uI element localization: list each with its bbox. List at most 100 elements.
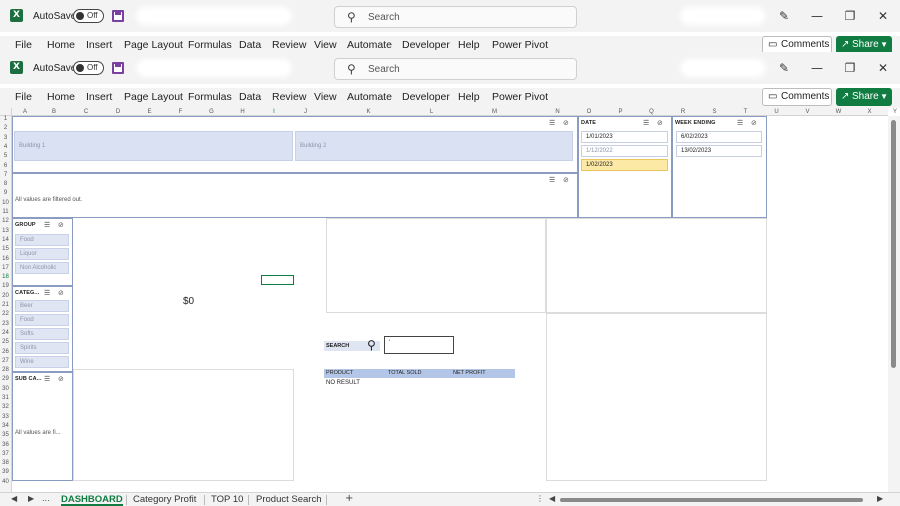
column-header-h[interactable]: H — [227, 108, 258, 116]
minimize-icon[interactable]: — — [810, 61, 824, 75]
slicer-item-week[interactable]: 13/02/2023 — [676, 145, 762, 157]
row-header-11[interactable]: 11 — [0, 209, 11, 215]
menu-review[interactable]: Review — [272, 39, 306, 51]
row-header-6[interactable]: 6 — [0, 163, 11, 169]
menu-power-pivot[interactable]: Power Pivot — [492, 39, 548, 51]
row-header-15[interactable]: 15 — [0, 246, 11, 252]
multi-select-icon[interactable]: ☰ — [643, 119, 649, 127]
scroll-right-icon[interactable]: ▶ — [877, 494, 883, 503]
multi-select-icon[interactable]: ☰ — [737, 119, 743, 127]
select-all-corner[interactable] — [0, 108, 12, 116]
row-header-22[interactable]: 22 — [0, 311, 11, 317]
slicer-item-category[interactable]: Food — [15, 314, 69, 326]
row-header-26[interactable]: 26 — [0, 349, 11, 355]
row-header-2[interactable]: 2 — [0, 125, 11, 131]
menu-home[interactable]: Home — [47, 39, 75, 51]
column-header-o[interactable]: O — [573, 108, 605, 116]
row-header-17[interactable]: 17 — [0, 265, 11, 271]
column-header-m[interactable]: M — [447, 108, 542, 116]
autosave-toggle[interactable]: Off — [73, 61, 104, 75]
row-header-1[interactable]: 1 — [0, 116, 11, 122]
close-icon[interactable]: ✕ — [876, 9, 890, 23]
row-header-25[interactable]: 25 — [0, 339, 11, 345]
chart-area-bottom-left[interactable] — [73, 369, 294, 481]
slicer-item-category[interactable]: Wine — [15, 356, 69, 368]
column-header-e[interactable]: E — [134, 108, 165, 116]
tab-dashboard[interactable]: DASHBOARD — [61, 493, 123, 506]
slicer-item-category[interactable]: Spirits — [15, 342, 69, 354]
save-icon[interactable] — [112, 10, 124, 22]
row-header-29[interactable]: 29 — [0, 376, 11, 382]
clear-filter-icon[interactable]: ⊘ — [751, 119, 757, 127]
search-box[interactable]: ⚲ Search — [334, 58, 577, 80]
product-search-input[interactable]: ' — [384, 336, 454, 354]
slicer-item-week[interactable]: 6/02/2023 — [676, 131, 762, 143]
multi-select-icon[interactable]: ☰ — [44, 375, 50, 383]
menu-home[interactable]: Home — [47, 91, 75, 103]
column-header-j[interactable]: J — [290, 108, 321, 116]
row-header-10[interactable]: 10 — [0, 200, 11, 206]
tab-product-search[interactable]: Product Search — [256, 493, 321, 506]
horizontal-scrollbar[interactable] — [560, 498, 863, 502]
row-header-19[interactable]: 19 — [0, 283, 11, 289]
row-header-38[interactable]: 38 — [0, 460, 11, 466]
menu-view[interactable]: View — [314, 39, 337, 51]
prev-sheet-icon[interactable]: ◀ — [11, 494, 17, 503]
menu-insert[interactable]: Insert — [86, 91, 112, 103]
restore-icon[interactable]: ❐ — [843, 9, 857, 23]
column-header-p[interactable]: P — [605, 108, 636, 116]
slicer-item-group[interactable]: Liquor — [15, 248, 69, 260]
menu-help[interactable]: Help — [458, 39, 480, 51]
column-header-v[interactable]: V — [792, 108, 823, 116]
column-header-d[interactable]: D — [102, 108, 134, 116]
row-header-35[interactable]: 35 — [0, 432, 11, 438]
slicer-item-category[interactable]: Beer — [15, 300, 69, 312]
row-header-31[interactable]: 31 — [0, 395, 11, 401]
slicer-item-date[interactable]: 1/12/2022 — [581, 145, 668, 157]
column-header-n[interactable]: N — [542, 108, 573, 116]
menu-data[interactable]: Data — [239, 39, 261, 51]
pen-icon[interactable]: ✎ — [777, 9, 791, 23]
row-header-3[interactable]: 3 — [0, 135, 11, 141]
column-header-y[interactable]: Y — [885, 108, 900, 116]
menu-page-layout[interactable]: Page Layout — [124, 91, 183, 103]
restore-icon[interactable]: ❐ — [843, 61, 857, 75]
column-header-r[interactable]: R — [667, 108, 699, 116]
column-header-s[interactable]: S — [699, 108, 730, 116]
menu-file[interactable]: File — [15, 39, 32, 51]
save-icon[interactable] — [112, 62, 124, 74]
column-header-c[interactable]: C — [70, 108, 102, 116]
menu-page-layout[interactable]: Page Layout — [124, 39, 183, 51]
column-header-w[interactable]: W — [823, 108, 854, 116]
clear-filter-icon[interactable]: ⊘ — [563, 176, 569, 184]
row-header-33[interactable]: 33 — [0, 414, 11, 420]
next-sheet-icon[interactable]: ▶ — [28, 494, 34, 503]
row-header-12[interactable]: 12 — [0, 218, 11, 224]
multi-select-icon[interactable]: ☰ — [549, 119, 555, 127]
chart-area-right-top[interactable] — [546, 218, 767, 313]
tab-top-10[interactable]: TOP 10 — [211, 493, 243, 506]
add-sheet-icon[interactable]: + — [345, 493, 353, 504]
row-header-36[interactable]: 36 — [0, 442, 11, 448]
more-sheets-icon[interactable]: ... — [42, 494, 50, 503]
row-header-18[interactable]: 18 — [0, 274, 11, 280]
chart-area-right-bottom[interactable] — [546, 313, 767, 481]
pen-icon[interactable]: ✎ — [777, 61, 791, 75]
column-header-b[interactable]: B — [38, 108, 70, 116]
row-header-8[interactable]: 8 — [0, 181, 11, 187]
row-header-21[interactable]: 21 — [0, 302, 11, 308]
autosave-toggle[interactable]: Off — [73, 9, 104, 23]
row-header-23[interactable]: 23 — [0, 321, 11, 327]
clear-filter-icon[interactable]: ⊘ — [58, 375, 64, 383]
row-header-30[interactable]: 30 — [0, 386, 11, 392]
share-button[interactable]: ↗ Share ▼ — [836, 88, 892, 106]
row-header-37[interactable]: 37 — [0, 451, 11, 457]
tab-category-profit[interactable]: Category Profit — [133, 493, 196, 506]
row-header-34[interactable]: 34 — [0, 423, 11, 429]
multi-select-icon[interactable]: ☰ — [44, 289, 50, 297]
menu-review[interactable]: Review — [272, 91, 306, 103]
menu-help[interactable]: Help — [458, 91, 480, 103]
row-header-27[interactable]: 27 — [0, 358, 11, 364]
row-header-16[interactable]: 16 — [0, 256, 11, 262]
column-header-g[interactable]: G — [196, 108, 227, 116]
